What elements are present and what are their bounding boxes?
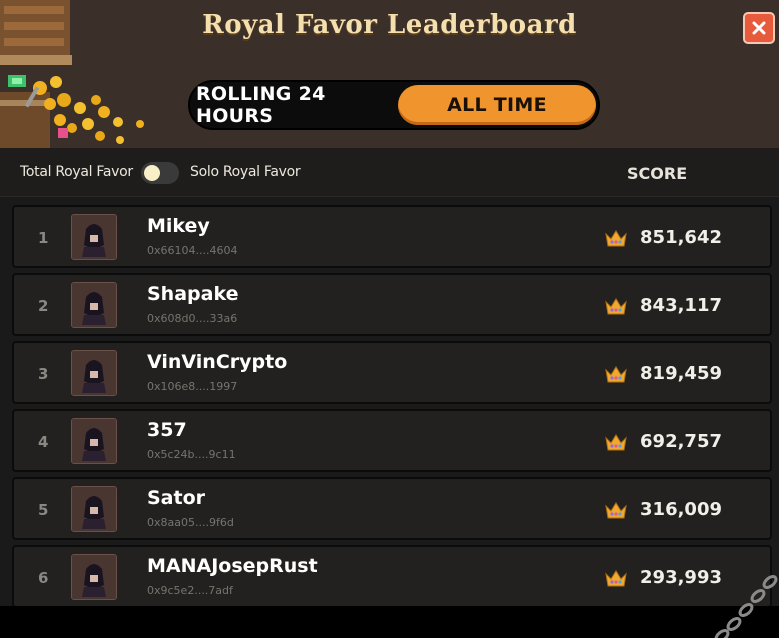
score-value: 819,459 <box>604 363 722 384</box>
score-column-header: SCORE <box>627 164 688 183</box>
score-value: 851,642 <box>604 227 722 248</box>
score-value: 843,117 <box>604 295 722 316</box>
rank: 3 <box>38 365 49 383</box>
avatar <box>71 350 117 396</box>
close-icon <box>752 21 766 35</box>
wallet-address: 0x9c5e2....7adf <box>147 584 233 597</box>
time-range-toggle: ROLLING 24 HOURS ALL TIME <box>188 80 600 130</box>
rank: 4 <box>38 433 49 451</box>
player-name: Shapake <box>147 283 239 305</box>
tab-all-time[interactable]: ALL TIME <box>398 85 596 125</box>
score-number: 316,009 <box>640 499 722 520</box>
avatar <box>71 418 117 464</box>
wallet-address: 0x5c24b....9c11 <box>147 448 236 461</box>
player-name: Mikey <box>147 215 210 237</box>
favor-type-switch[interactable] <box>141 162 179 184</box>
tab-rolling-24-hours[interactable]: ROLLING 24 HOURS <box>196 83 392 127</box>
header: Royal Favor Leaderboard ROLLING 24 HOURS… <box>0 0 779 148</box>
avatar <box>71 486 117 532</box>
rank: 1 <box>38 229 49 247</box>
rank: 6 <box>38 569 49 587</box>
crown-icon <box>605 229 627 246</box>
player-name: VinVinCrypto <box>147 351 288 373</box>
score-number: 843,117 <box>640 295 722 316</box>
solo-royal-favor-label[interactable]: Solo Royal Favor <box>190 164 301 180</box>
table-row[interactable]: 2 Shapake 0x608d0....33a6 843,117 <box>12 273 772 336</box>
score-number: 819,459 <box>640 363 722 384</box>
chain-icon <box>714 575 778 638</box>
rank: 5 <box>38 501 49 519</box>
wallet-address: 0x608d0....33a6 <box>147 312 238 325</box>
rank: 2 <box>38 297 49 315</box>
player-name: 357 <box>147 419 187 441</box>
page-title: Royal Favor Leaderboard <box>202 10 577 40</box>
player-name: Sator <box>147 487 206 509</box>
score-number: 692,757 <box>640 431 722 452</box>
crown-icon <box>605 569 627 586</box>
crown-icon <box>605 501 627 518</box>
filter-bar: Total Royal Favor Solo Royal Favor SCORE <box>0 148 779 197</box>
avatar <box>71 554 117 600</box>
total-royal-favor-label[interactable]: Total Royal Favor <box>20 164 133 180</box>
wallet-address: 0x66104....4604 <box>147 244 238 257</box>
crown-icon <box>605 433 627 450</box>
avatar <box>71 282 117 328</box>
close-button[interactable] <box>743 12 775 44</box>
table-row[interactable]: 3 VinVinCrypto 0x106e8....1997 819,459 <box>12 341 772 404</box>
score-number: 851,642 <box>640 227 722 248</box>
crown-icon <box>605 297 627 314</box>
table-row[interactable]: 4 357 0x5c24b....9c11 692,757 <box>12 409 772 472</box>
switch-knob <box>144 165 160 181</box>
crown-icon <box>605 365 627 382</box>
leaderboard-panel: Royal Favor Leaderboard ROLLING 24 HOURS… <box>0 0 779 606</box>
wallet-address: 0x106e8....1997 <box>147 380 238 393</box>
avatar <box>71 214 117 260</box>
score-value: 316,009 <box>604 499 722 520</box>
score-value: 692,757 <box>604 431 722 452</box>
wallet-address: 0x8aa05....9f6d <box>147 516 234 529</box>
player-name: MANAJosepRust <box>147 555 318 577</box>
table-row[interactable]: 5 Sator 0x8aa05....9f6d 316,009 <box>12 477 772 540</box>
table-row[interactable]: 1 Mikey 0x66104....4604 851,642 <box>12 205 772 268</box>
table-row[interactable]: 6 MANAJosepRust 0x9c5e2....7adf 293,993 <box>12 545 772 606</box>
